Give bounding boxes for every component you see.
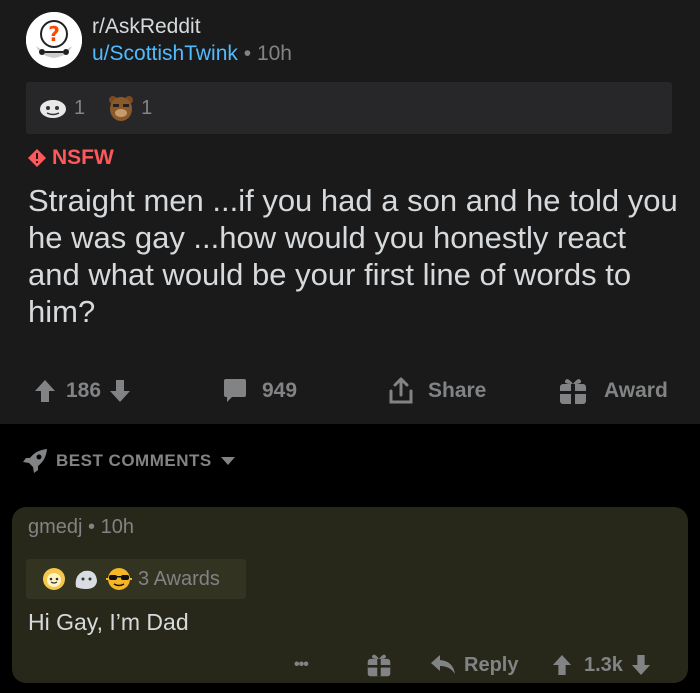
comment-award-button[interactable] <box>366 647 392 683</box>
silver-award-icon <box>40 100 66 118</box>
comment-card: gmedj • 10h 3 Awards Hi Gay, I’m Dad •••… <box>12 507 688 683</box>
rocket-icon <box>23 449 47 473</box>
askreddit-icon[interactable]: ? <box>26 12 82 68</box>
author-line: u/ScottishTwink • 10h <box>92 40 292 68</box>
more-options-button[interactable]: ••• <box>294 647 309 683</box>
comment-count: 949 <box>262 379 298 402</box>
sunglasses-award-icon <box>106 568 132 590</box>
post-card: ? r/AskReddit u/ScottishTwink • 10h 1 1 … <box>0 0 700 424</box>
sort-comments-button[interactable]: BEST COMMENTS <box>22 448 244 474</box>
reply-label: Reply <box>464 653 519 676</box>
award-chip: 1 <box>38 97 85 120</box>
comment-awards-bar[interactable]: 3 Awards <box>26 559 246 599</box>
post-awards-bar[interactable]: 1 1 <box>26 82 672 134</box>
award-count: 1 <box>141 96 153 119</box>
separator-dot: • <box>88 516 96 538</box>
comment-awards-count: 3 Awards <box>138 567 220 590</box>
comment-author[interactable]: gmedj <box>28 516 82 538</box>
bear-award-icon <box>109 96 134 121</box>
nsfw-diamond-icon <box>28 149 46 167</box>
post-age: 10h <box>256 42 292 65</box>
post-actions: 186 949 Share Award <box>0 370 700 412</box>
sort-label: BEST COMMENTS <box>56 451 212 470</box>
share-icon <box>389 377 413 404</box>
comments-button[interactable]: 949 <box>222 370 297 412</box>
vote-group: 186 <box>34 370 131 412</box>
post-title[interactable]: Straight men ...if you had a son and he … <box>28 182 678 330</box>
post-meta: r/AskReddit u/ScottishTwink • 10h <box>92 14 292 68</box>
downvote-icon[interactable] <box>109 379 131 403</box>
author-username[interactable]: u/ScottishTwink <box>92 42 238 65</box>
comment-bubble-icon <box>224 379 246 402</box>
comment-age: 10h <box>100 516 134 538</box>
svg-text:?: ? <box>48 22 60 46</box>
nsfw-label: NSFW <box>52 146 114 169</box>
downvote-icon[interactable] <box>631 654 651 676</box>
caret-down-icon <box>220 457 235 465</box>
subreddit-name[interactable]: r/AskReddit <box>92 14 292 40</box>
comment-actions: ••• Reply 1.3k <box>12 647 688 683</box>
upvote-icon[interactable] <box>34 379 56 403</box>
reply-arrow-icon <box>431 655 455 674</box>
share-button[interactable]: Share <box>388 370 486 412</box>
ghost-award-icon <box>75 570 97 589</box>
comment-vote-count: 1.3k <box>584 653 623 676</box>
upvote-icon[interactable] <box>552 654 572 676</box>
award-chip: 1 <box>107 93 152 123</box>
post-vote-count: 186 <box>66 379 102 402</box>
post-header: ? r/AskReddit u/ScottishTwink • 10h <box>26 12 292 68</box>
comment-body: Hi Gay, I’m Dad <box>28 609 189 635</box>
award-button[interactable]: Award <box>558 370 668 412</box>
comment-meta: gmedj • 10h <box>28 516 134 539</box>
award-count: 1 <box>74 96 86 119</box>
share-label: Share <box>428 379 487 402</box>
gift-icon <box>367 654 391 677</box>
award-label: Award <box>604 379 668 402</box>
nsfw-tag: NSFW <box>28 146 114 170</box>
comment-vote-group: 1.3k <box>552 647 651 683</box>
gift-icon <box>560 379 586 404</box>
wholesome-award-icon <box>43 568 65 590</box>
reply-button[interactable]: Reply <box>430 647 518 683</box>
separator-dot: • <box>243 42 252 65</box>
